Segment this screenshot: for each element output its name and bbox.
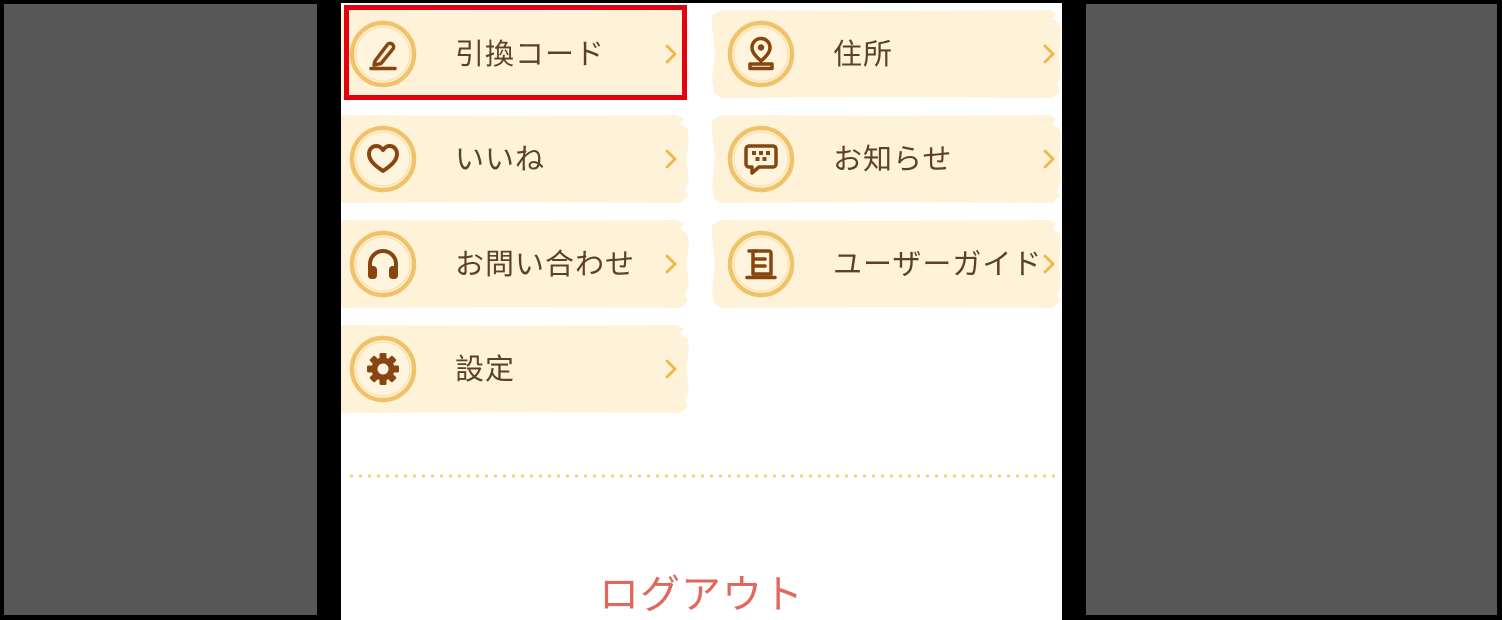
chevron-right-icon (1042, 43, 1056, 65)
menu-item-user-guide[interactable]: ユーザーガイド (712, 220, 1061, 308)
menu-item-label: 住所 (833, 37, 894, 71)
menu-item-label: お問い合わせ (455, 247, 636, 281)
chevron-right-icon (1042, 253, 1056, 275)
screen-frame: 引換コード いいね お問い合わせ 設定 住所 お知らせ ユーザーガイド ログアウ… (0, 0, 1502, 620)
location-pin-icon (727, 20, 795, 88)
menu-item-label: ユーザーガイド (833, 247, 1043, 281)
chevron-right-icon (664, 43, 678, 65)
logout-button[interactable]: ログアウト (341, 569, 1062, 620)
menu-panel: 引換コード いいね お問い合わせ 設定 住所 お知らせ ユーザーガイド ログアウ… (341, 3, 1062, 620)
chat-bubble-icon (727, 125, 795, 193)
menu-item-contact[interactable]: お問い合わせ (341, 220, 689, 308)
menu-item-label: 設定 (455, 352, 516, 386)
menu-item-redeem-code[interactable]: 引換コード (341, 10, 689, 98)
left-side-panel (4, 4, 317, 615)
chevron-right-icon (664, 253, 678, 275)
right-side-panel (1086, 4, 1497, 615)
menu-item-settings[interactable]: 設定 (341, 325, 689, 413)
menu-item-label: お知らせ (833, 142, 953, 176)
chevron-right-icon (664, 148, 678, 170)
heart-icon (349, 125, 417, 193)
pencil-icon (349, 20, 417, 88)
menu-item-notices[interactable]: お知らせ (712, 115, 1061, 203)
chevron-right-icon (664, 358, 678, 380)
guide-book-icon (727, 230, 795, 298)
gear-icon (349, 335, 417, 403)
menu-item-label: いいね (455, 142, 546, 176)
chevron-right-icon (1042, 148, 1056, 170)
menu-item-likes[interactable]: いいね (341, 115, 689, 203)
menu-item-label: 引換コード (455, 37, 606, 71)
menu-item-address[interactable]: 住所 (712, 10, 1061, 98)
headphones-icon (349, 230, 417, 298)
dotted-divider (347, 474, 1055, 478)
